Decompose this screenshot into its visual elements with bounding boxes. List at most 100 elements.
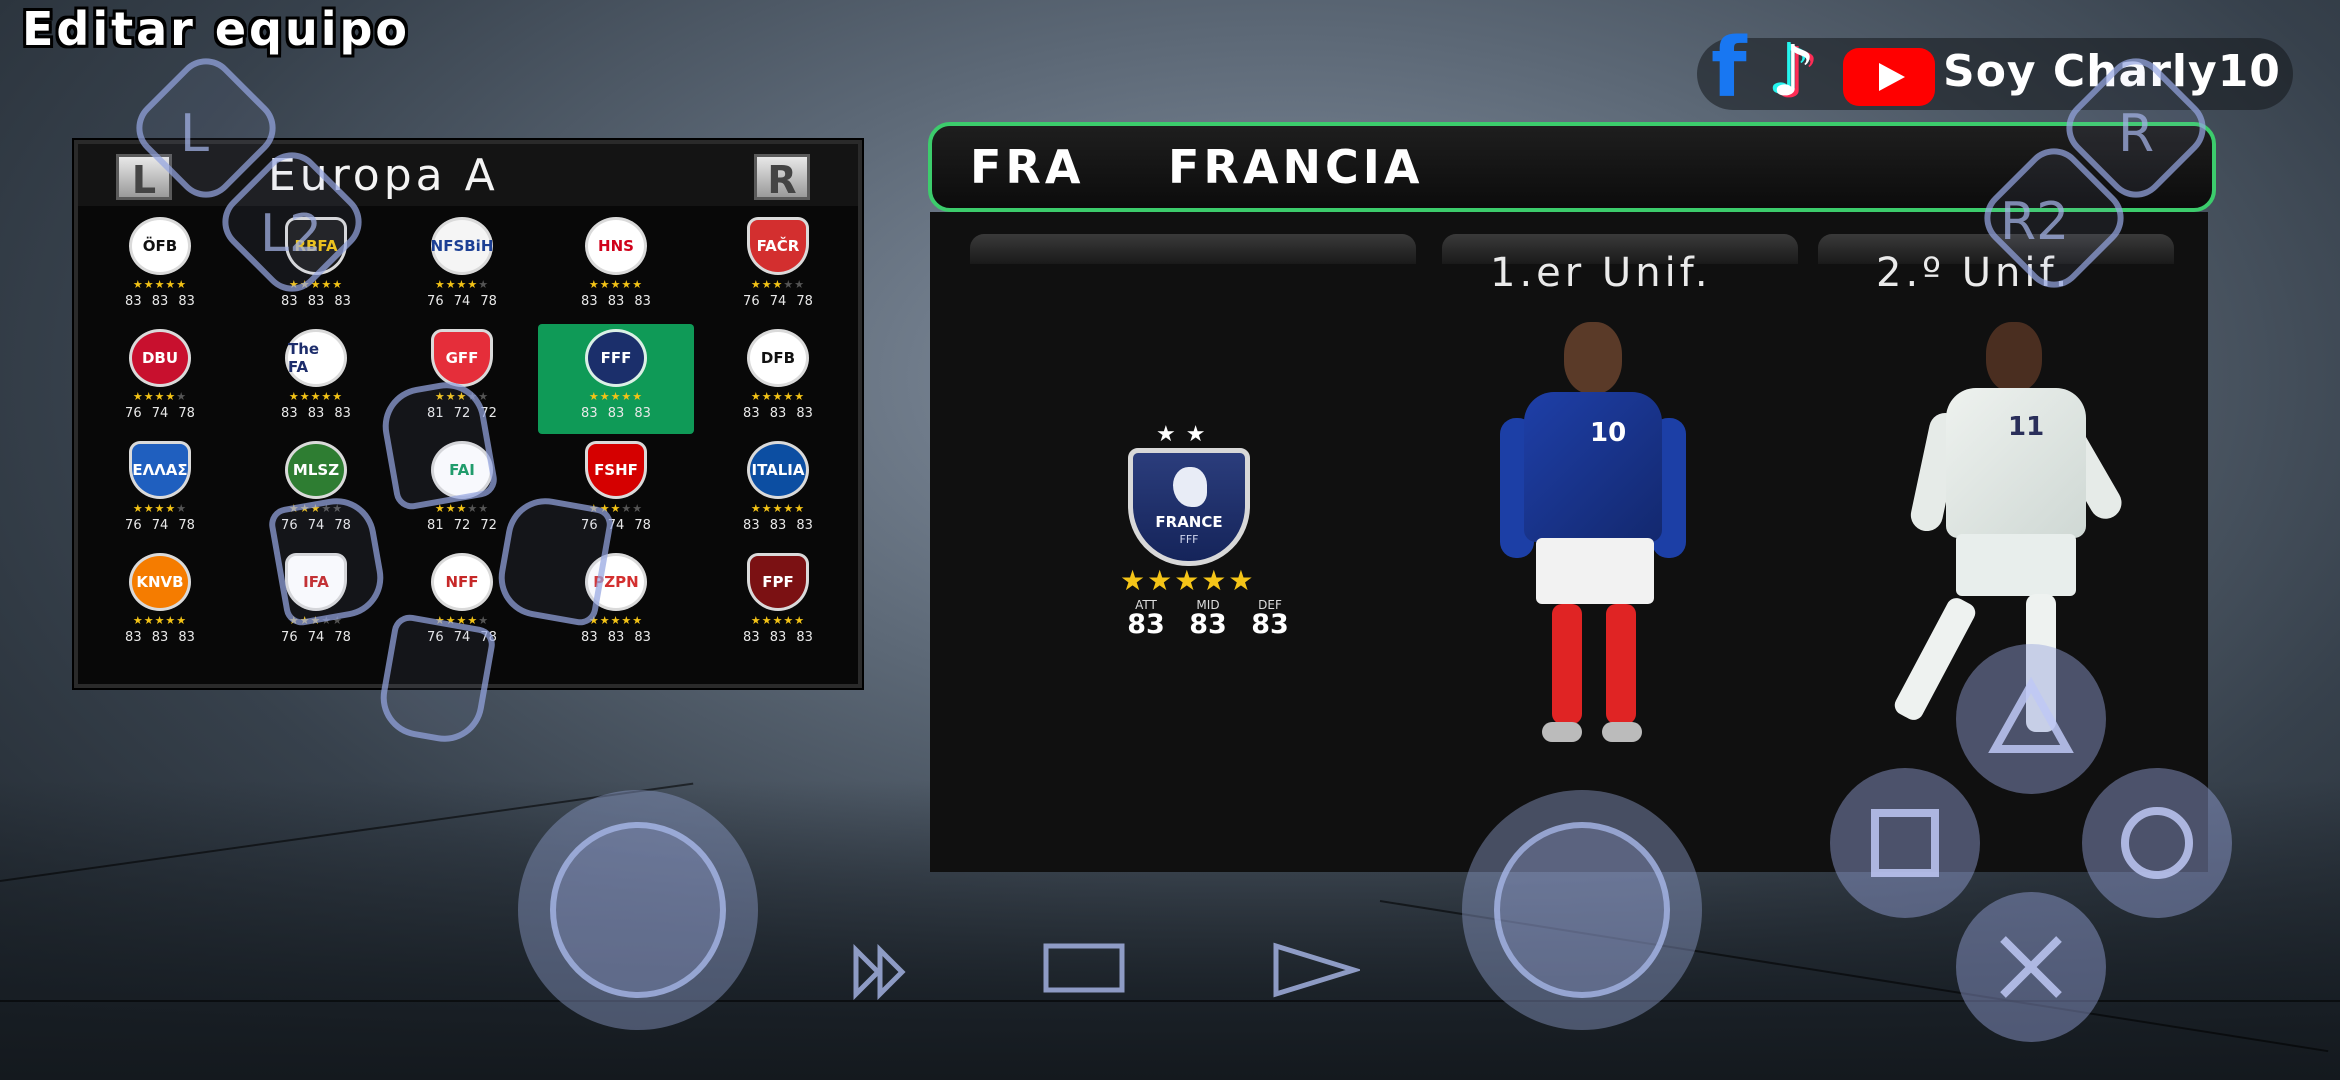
team-cell[interactable]: The FA ★★★★★ 83 83 83 (238, 324, 394, 434)
r2-label: R2 (2000, 192, 2070, 252)
team-cell[interactable]: NFSBiH ★★★★★ 76 74 78 (384, 212, 540, 322)
square-button[interactable] (1830, 768, 1980, 918)
team-ratings: 76 74 78 (427, 294, 497, 309)
team-crest: HNS (588, 220, 644, 272)
team-stars: ★★★★★ (750, 502, 806, 515)
l2-label: L2 (260, 204, 323, 264)
team-cell[interactable]: DBU ★★★★★ 76 74 78 (82, 324, 238, 434)
team-ratings: 83 83 83 (743, 630, 813, 645)
team-ratings: 83 83 83 (281, 406, 351, 421)
team-crest: ITALIA (750, 444, 806, 496)
team-crest: KNVB (132, 556, 188, 608)
player-boot (1542, 722, 1582, 742)
player-head (1986, 322, 2042, 392)
player-boot (1602, 722, 1642, 742)
stat-att: ATT 83 (1116, 598, 1176, 638)
team-ratings: 83 83 83 (125, 630, 195, 645)
screen-title: Editar equipo (22, 2, 411, 56)
stat-def: DEF 83 (1240, 598, 1300, 638)
shirt-number: 10 (1590, 418, 1627, 448)
crest-sub: FFF (1179, 533, 1199, 546)
team-stars: ★★★★★ (288, 390, 344, 403)
right-analog-stick[interactable] (1494, 822, 1670, 998)
player-shirt (1946, 388, 2086, 538)
player-shirt (1524, 392, 1662, 542)
r-label: R (2118, 104, 2155, 164)
team-ratings: 83 83 83 (125, 294, 195, 309)
team-ratings: 76 74 78 (281, 630, 351, 645)
rooster-icon (1173, 467, 1207, 507)
cross-icon (2000, 936, 2062, 998)
team-ratings: 83 83 83 (281, 294, 351, 309)
cross-button[interactable] (1956, 892, 2106, 1042)
team-ratings: 76 74 78 (743, 294, 813, 309)
team-cell[interactable]: DFB ★★★★★ 83 83 83 (700, 324, 856, 434)
team-stars: ★★★★★ (588, 390, 644, 403)
team-crest: FPF (750, 556, 806, 608)
triangle-icon (1988, 676, 2074, 753)
team-stars: ★★★★★ (434, 278, 490, 291)
team-stars: ★★★★★ (750, 278, 806, 291)
circle-button[interactable] (2082, 768, 2232, 918)
team-rating-stars: ★★★★★ (1120, 564, 1256, 597)
player-shorts (1536, 538, 1654, 604)
l-label: L (180, 104, 209, 164)
team-stars: ★★★★★ (132, 278, 188, 291)
player-head (1564, 322, 1622, 394)
team-crest: ÖFB (132, 220, 188, 272)
player-shorts (1956, 534, 2076, 596)
team-crest: FFF (588, 332, 644, 384)
team-stars: ★★★★★ (750, 390, 806, 403)
shirt-number: 11 (2008, 412, 2045, 442)
fast-forward-icon[interactable] (852, 944, 908, 1000)
home-kit-player: 10 (1480, 322, 1720, 762)
team-crest: MLSZ (288, 444, 344, 496)
square-icon (1871, 809, 1939, 877)
team-crest: ΕΛΛΑΣ (132, 444, 188, 496)
player-sock (1606, 604, 1636, 724)
team-cell[interactable]: KNVB ★★★★★ 83 83 83 (82, 548, 238, 658)
stat-value: 83 (1189, 609, 1227, 640)
france-crest: FRANCE FFF (1128, 448, 1250, 566)
team-crest: DBU (132, 332, 188, 384)
team-cell[interactable]: FPF ★★★★★ 83 83 83 (700, 548, 856, 658)
team-stars: ★★★★★ (132, 390, 188, 403)
social-badge: f ♪ Soy Charly10 (1697, 28, 2293, 110)
team-cell[interactable]: HNS ★★★★★ 83 83 83 (538, 212, 694, 322)
team-crest: DFB (750, 332, 806, 384)
crest-stars: ★★ (1156, 422, 1216, 447)
team-ratings: 83 83 83 (581, 630, 651, 645)
team-ratings: 83 83 83 (581, 294, 651, 309)
team-cell[interactable]: FFF ★★★★★ 83 83 83 (538, 324, 694, 434)
crest-name: FRANCE (1155, 513, 1223, 531)
team-cell[interactable]: ΕΛΛΑΣ ★★★★★ 76 74 78 (82, 436, 238, 546)
team-cell[interactable]: ÖFB ★★★★★ 83 83 83 (82, 212, 238, 322)
team-code: FRA (970, 140, 1085, 194)
stat-value: 83 (1251, 609, 1289, 640)
team-ratings: 83 83 83 (743, 518, 813, 533)
team-crest: FSHF (588, 444, 644, 496)
player-sock (1552, 604, 1582, 724)
dpad-down[interactable] (374, 611, 498, 749)
team-ratings: 83 83 83 (581, 406, 651, 421)
team-stars: ★★★★★ (750, 614, 806, 627)
team-ratings: 83 83 83 (743, 406, 813, 421)
team-crest: NFSBiH (431, 220, 493, 272)
youtube-icon (1843, 48, 1935, 106)
stat-value: 83 (1127, 609, 1165, 640)
team-cell[interactable]: ITALIA ★★★★★ 83 83 83 (700, 436, 856, 546)
next-region-button[interactable]: R (754, 154, 810, 202)
tab-team[interactable] (970, 234, 1416, 264)
team-crest: NFF (434, 556, 490, 608)
team-ratings: 76 74 78 (125, 406, 195, 421)
circle-icon (2121, 807, 2193, 879)
select-button-icon[interactable] (1042, 940, 1126, 996)
team-crest: The FA (288, 332, 344, 384)
left-analog-stick[interactable] (550, 822, 726, 998)
start-button-icon[interactable] (1270, 940, 1360, 1000)
team-name: FRANCIA (1168, 140, 1424, 194)
team-ratings: 76 74 78 (125, 518, 195, 533)
team-stars: ★★★★★ (132, 502, 188, 515)
triangle-button[interactable] (1956, 644, 2106, 794)
team-cell[interactable]: FAČR ★★★★★ 76 74 78 (700, 212, 856, 322)
